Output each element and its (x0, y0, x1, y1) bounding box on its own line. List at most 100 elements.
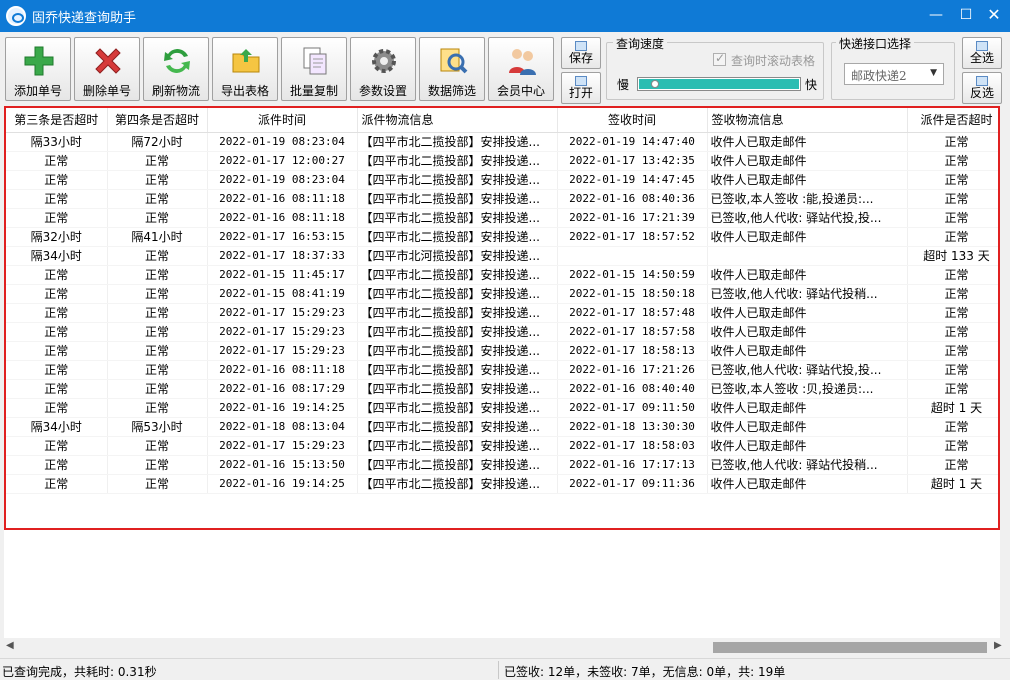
table-row[interactable]: 正常正常2022-01-16 08:11:18【四平市北二揽投部】安排投递...… (6, 360, 1000, 379)
cell-dispatch-timeout: 正常 (907, 284, 1000, 303)
cell-dispatch-timeout: 正常 (907, 303, 1000, 322)
settings-button[interactable]: 参数设置 (350, 37, 416, 101)
cell-fourth-timeout: 隔41小时 (107, 227, 207, 246)
cell-fourth-timeout: 正常 (107, 170, 207, 189)
api-select[interactable]: 邮政快递2 ▼ (844, 63, 944, 85)
speed-slider-thumb[interactable] (651, 80, 659, 88)
cell-dispatch-info: 【四平市北二揽投部】安排投递... (357, 265, 557, 284)
header-fourth-timeout[interactable]: 第四条是否超时 (107, 108, 207, 132)
table-row[interactable]: 正常正常2022-01-15 08:41:19【四平市北二揽投部】安排投递...… (6, 284, 1000, 303)
table-row[interactable]: 正常正常2022-01-17 15:29:23【四平市北二揽投部】安排投递...… (6, 436, 1000, 455)
header-third-timeout[interactable]: 第三条是否超时 (6, 108, 107, 132)
table-row[interactable]: 正常正常2022-01-16 08:11:18【四平市北二揽投部】安排投递...… (6, 208, 1000, 227)
cell-fourth-timeout: 正常 (107, 284, 207, 303)
header-dispatch-timeout[interactable]: 派件是否超时 (907, 108, 1000, 132)
cell-dispatch-timeout: 正常 (907, 208, 1000, 227)
cell-sign-time: 2022-01-16 08:40:40 (557, 379, 707, 398)
header-dispatch-info[interactable]: 派件物流信息 (357, 108, 557, 132)
speed-slider-fill (639, 79, 799, 89)
speed-slider[interactable] (637, 77, 801, 91)
gear-icon (368, 45, 400, 77)
cell-sign-info: 收件人已取走邮件 (707, 341, 907, 360)
cell-sign-info: 收件人已取走邮件 (707, 417, 907, 436)
cell-dispatch-info: 【四平市北二揽投部】安排投递... (357, 227, 557, 246)
cell-dispatch-info: 【四平市北二揽投部】安排投递... (357, 322, 557, 341)
member-center-label: 会员中心 (489, 82, 553, 99)
results-table: 第三条是否超时 第四条是否超时 派件时间 派件物流信息 签收时间 签收物流信息 … (6, 108, 1000, 494)
cell-dispatch-timeout: 正常 (907, 227, 1000, 246)
table-row[interactable]: 正常正常2022-01-17 15:29:23【四平市北二揽投部】安排投递...… (6, 303, 1000, 322)
cell-fourth-timeout: 正常 (107, 189, 207, 208)
scroll-table-checkbox[interactable] (713, 53, 726, 66)
add-number-button[interactable]: 添加单号 (5, 37, 71, 101)
cell-third-timeout: 正常 (6, 322, 107, 341)
table-row[interactable]: 正常正常2022-01-15 11:45:17【四平市北二揽投部】安排投递...… (6, 265, 1000, 284)
cell-dispatch-time: 2022-01-16 08:11:18 (207, 360, 357, 379)
cell-fourth-timeout: 正常 (107, 360, 207, 379)
batch-copy-button[interactable]: 批量复制 (281, 37, 347, 101)
horizontal-scrollbar[interactable]: ◀ ▶ (0, 638, 1010, 656)
scroll-left-icon[interactable]: ◀ (6, 640, 14, 651)
delete-number-button[interactable]: 删除单号 (74, 37, 140, 101)
cell-sign-time: 2022-01-16 08:40:36 (557, 189, 707, 208)
open-button[interactable]: 打开 (561, 72, 601, 104)
cell-fourth-timeout: 正常 (107, 436, 207, 455)
cell-dispatch-time: 2022-01-16 15:13:50 (207, 455, 357, 474)
minimize-button[interactable]: — (925, 4, 947, 26)
cell-sign-info: 收件人已取走邮件 (707, 303, 907, 322)
invert-selection-button[interactable]: 反选 (962, 72, 1002, 104)
cell-third-timeout: 正常 (6, 303, 107, 322)
close-button[interactable]: ✕ (983, 4, 1005, 26)
table-row[interactable]: 正常正常2022-01-16 08:11:18【四平市北二揽投部】安排投递...… (6, 189, 1000, 208)
cell-dispatch-info: 【四平市北二揽投部】安排投递... (357, 284, 557, 303)
cell-dispatch-info: 【四平市北二揽投部】安排投递... (357, 303, 557, 322)
table-row[interactable]: 正常正常2022-01-16 08:17:29【四平市北二揽投部】安排投递...… (6, 379, 1000, 398)
refresh-logistics-button[interactable]: 刷新物流 (143, 37, 209, 101)
table-row[interactable]: 正常正常2022-01-17 15:29:23【四平市北二揽投部】安排投递...… (6, 322, 1000, 341)
cell-dispatch-time: 2022-01-15 08:41:19 (207, 284, 357, 303)
cell-sign-time: 2022-01-16 17:21:39 (557, 208, 707, 227)
fast-label: 快 (805, 76, 817, 93)
save-label: 保存 (562, 51, 600, 65)
header-sign-info[interactable]: 签收物流信息 (707, 108, 907, 132)
cell-sign-time (557, 246, 707, 265)
refresh-icon (161, 45, 193, 77)
data-filter-button[interactable]: 数据筛选 (419, 37, 485, 101)
filter-search-icon (437, 45, 469, 77)
invert-selection-icon (976, 76, 988, 86)
delete-x-icon (92, 45, 124, 77)
cell-sign-time: 2022-01-16 17:21:26 (557, 360, 707, 379)
open-label: 打开 (562, 86, 600, 100)
table-row[interactable]: 正常正常2022-01-17 15:29:23【四平市北二揽投部】安排投递...… (6, 341, 1000, 360)
export-table-button[interactable]: 导出表格 (212, 37, 278, 101)
table-row[interactable]: 正常正常2022-01-16 15:13:50【四平市北二揽投部】安排投递...… (6, 455, 1000, 474)
select-all-button[interactable]: 全选 (962, 37, 1002, 69)
cell-dispatch-info: 【四平市北二揽投部】安排投递... (357, 417, 557, 436)
table-row[interactable]: 隔33小时隔72小时2022-01-19 08:23:04【四平市北二揽投部】安… (6, 132, 1000, 151)
table-row[interactable]: 正常正常2022-01-16 19:14:25【四平市北二揽投部】安排投递...… (6, 474, 1000, 493)
header-sign-time[interactable]: 签收时间 (557, 108, 707, 132)
table-row[interactable]: 隔34小时隔53小时2022-01-18 08:13:04【四平市北二揽投部】安… (6, 417, 1000, 436)
scroll-right-icon[interactable]: ▶ (994, 640, 1002, 651)
maximize-button[interactable]: ☐ (955, 4, 977, 26)
cell-fourth-timeout: 隔53小时 (107, 417, 207, 436)
cell-dispatch-time: 2022-01-16 08:11:18 (207, 189, 357, 208)
save-button[interactable]: 保存 (561, 37, 601, 69)
cell-sign-time: 2022-01-15 18:50:18 (557, 284, 707, 303)
scrollbar-thumb[interactable] (713, 642, 987, 653)
table-row[interactable]: 正常正常2022-01-17 12:00:27【四平市北二揽投部】安排投递...… (6, 151, 1000, 170)
select-all-icon (976, 41, 988, 51)
cell-dispatch-info: 【四平市北二揽投部】安排投递... (357, 208, 557, 227)
cell-sign-time: 2022-01-17 18:58:03 (557, 436, 707, 455)
table-row[interactable]: 正常正常2022-01-16 19:14:25【四平市北二揽投部】安排投递...… (6, 398, 1000, 417)
members-icon (506, 45, 538, 77)
header-dispatch-time[interactable]: 派件时间 (207, 108, 357, 132)
cell-fourth-timeout: 正常 (107, 208, 207, 227)
table-row[interactable]: 正常正常2022-01-19 08:23:04【四平市北二揽投部】安排投递...… (6, 170, 1000, 189)
cell-fourth-timeout: 正常 (107, 322, 207, 341)
table-row[interactable]: 隔34小时正常2022-01-17 18:37:33【四平市北河揽投部】安排投递… (6, 246, 1000, 265)
table-row[interactable]: 隔32小时隔41小时2022-01-17 16:53:15【四平市北二揽投部】安… (6, 227, 1000, 246)
cell-dispatch-timeout: 正常 (907, 379, 1000, 398)
member-center-button[interactable]: 会员中心 (488, 37, 554, 101)
select-all-label: 全选 (963, 51, 1001, 65)
